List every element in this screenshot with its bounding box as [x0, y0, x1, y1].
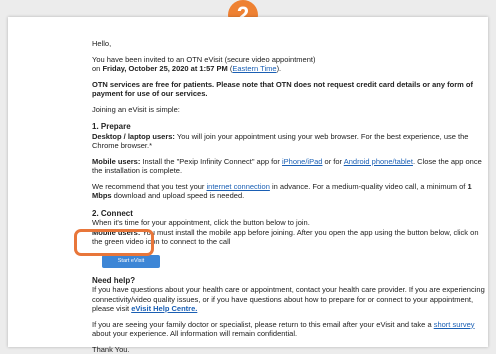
joining-intro: Joining an eVisit is simple:	[92, 105, 488, 115]
email-body: Hello, You have been invited to an OTN e…	[8, 17, 488, 347]
recommend-text-1: We recommend that you test your	[92, 182, 207, 191]
free-service-notice: OTN services are free for patients. Plea…	[92, 80, 488, 99]
internet-connection-link[interactable]: internet connection	[207, 182, 270, 191]
mobile-label: Mobile users:	[92, 157, 140, 166]
mobile-text-2: or for	[322, 157, 343, 166]
connection-recommendation: We recommend that you test your internet…	[92, 182, 488, 201]
help-paragraph: If you have questions about your health …	[92, 285, 488, 314]
mobile-text-1: Install the "Pexip Infinity Connect" app…	[140, 157, 282, 166]
iphone-app-link[interactable]: iPhone/iPad	[282, 157, 322, 166]
evisit-help-centre-link[interactable]: eVisit Help Centre.	[131, 304, 197, 313]
short-survey-link[interactable]: short survey	[434, 320, 475, 329]
thank-you: Thank You.	[92, 345, 488, 354]
desktop-instructions: Desktop / laptop users: You will join yo…	[92, 132, 488, 151]
invite-on: on	[92, 64, 102, 73]
connect-instructions: When it's time for your appointment, cli…	[92, 218, 488, 228]
start-button-highlight	[74, 229, 154, 256]
android-app-link[interactable]: Android phone/tablet	[344, 157, 413, 166]
invite-text: You have been invited to an OTN eVisit (…	[92, 55, 488, 74]
recommend-text-3: download and upload speed is needed.	[112, 191, 245, 200]
invite-line-1: You have been invited to an OTN eVisit (…	[92, 55, 315, 64]
appointment-date: Friday, October 25, 2020 at 1:57 PM	[102, 64, 227, 73]
mobile-instructions: Mobile users: Install the "Pexip Infinit…	[92, 157, 488, 176]
start-evisit-button[interactable]: Start eVisit	[102, 255, 160, 268]
recommend-text-2: in advance. For a medium-quality video c…	[270, 182, 468, 191]
desktop-label: Desktop / laptop users:	[92, 132, 175, 141]
prepare-heading: 1. Prepare	[92, 122, 488, 132]
eastern-time-link[interactable]: Eastern Time	[232, 64, 276, 73]
email-content: Hello, You have been invited to an OTN e…	[92, 39, 488, 354]
connect-heading: 2. Connect	[92, 209, 488, 219]
survey-paragraph: If you are seeing your family doctor or …	[92, 320, 488, 339]
greeting: Hello,	[92, 39, 488, 49]
survey-text-1: If you are seeing your family doctor or …	[92, 320, 434, 329]
tz-close: ).	[277, 64, 282, 73]
survey-text-2: about your experience. All information w…	[92, 329, 297, 338]
need-help-heading: Need help?	[92, 276, 488, 286]
